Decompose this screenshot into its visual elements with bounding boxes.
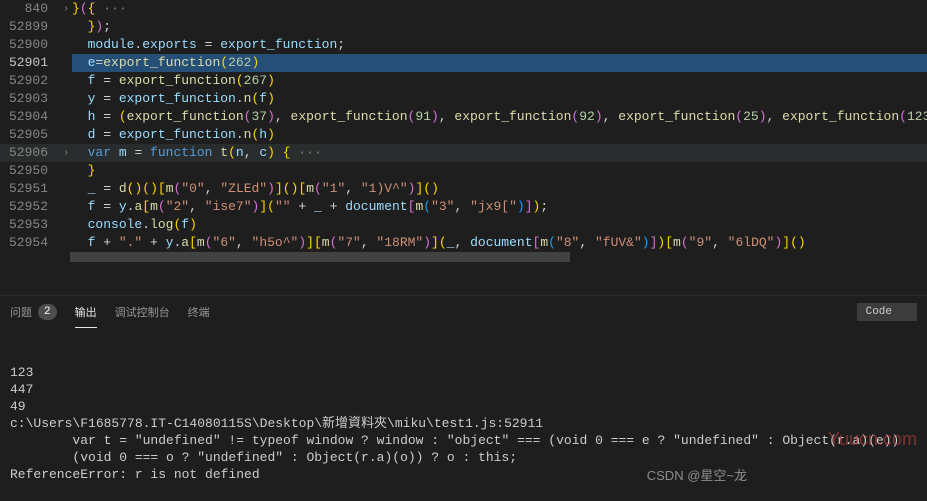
code-content[interactable]: module.exports = export_function; [72, 36, 927, 54]
output-panel[interactable]: 12344749c:\Users\F1685778.IT-C14080115S\… [0, 328, 927, 488]
panel-tab-label: 终端 [188, 304, 210, 320]
output-line: var t = "undefined" != typeof window ? w… [10, 432, 917, 449]
code-line[interactable]: 52951 _ = d()()[m("0", "ZLEd")]()[m("1",… [0, 180, 927, 198]
line-number: 840 [0, 0, 60, 18]
code-line[interactable]: 52901 e=export_function(262) [0, 54, 927, 72]
line-number: 52900 [0, 36, 60, 54]
line-number: 52950 [0, 162, 60, 180]
code-line[interactable]: 52954 f + "." + y.a[m("6", "h5o^")][m("7… [0, 234, 927, 252]
output-line: 447 [10, 381, 917, 398]
code-line[interactable]: 52952 f = y.a[m("2", "ise7")]("" + _ + d… [0, 198, 927, 216]
problems-count-badge: 2 [38, 304, 57, 320]
line-number: 52954 [0, 234, 60, 252]
code-content[interactable]: f = export_function(267) [72, 72, 927, 90]
dropdown-label: Code [866, 306, 892, 318]
output-line: c:\Users\F1685778.IT-C14080115S\Desktop\… [10, 415, 917, 432]
code-line[interactable]: 840›}({ ··· [0, 0, 927, 18]
fold-chevron-icon [60, 180, 72, 198]
panel-tab-label: 输出 [75, 304, 97, 320]
fold-chevron-icon [60, 36, 72, 54]
panel-tab-调试控制台[interactable]: 调试控制台 [115, 296, 170, 328]
line-number: 52904 [0, 108, 60, 126]
line-number: 52903 [0, 90, 60, 108]
panel-tab-label: 调试控制台 [115, 304, 170, 320]
code-line[interactable]: 52953 console.log(f) [0, 216, 927, 234]
line-number: 52899 [0, 18, 60, 36]
code-content[interactable]: f + "." + y.a[m("6", "h5o^")][m("7", "18… [72, 234, 927, 252]
fold-chevron-icon [60, 108, 72, 126]
line-number: 52905 [0, 126, 60, 144]
fold-chevron-icon [60, 72, 72, 90]
output-line: ReferenceError: r is not defined [10, 466, 917, 483]
code-line[interactable]: 52899 }); [0, 18, 927, 36]
panel-tab-label: 问题 [10, 304, 32, 320]
line-number: 52953 [0, 216, 60, 234]
horizontal-scrollbar[interactable] [0, 252, 927, 262]
scrollbar-thumb[interactable] [70, 252, 570, 262]
line-number: 52902 [0, 72, 60, 90]
code-content[interactable]: e=export_function(262) [72, 54, 927, 72]
fold-chevron-icon [60, 216, 72, 234]
line-number: 52952 [0, 198, 60, 216]
fold-chevron-icon [60, 90, 72, 108]
fold-chevron-icon [60, 54, 72, 72]
code-content[interactable]: y = export_function.n(f) [72, 90, 927, 108]
fold-chevron-icon[interactable]: › [60, 144, 72, 162]
code-content[interactable]: h = (export_function(37), export_functio… [72, 108, 927, 126]
code-editor[interactable]: 840›}({ ···52899 });52900 module.exports… [0, 0, 927, 295]
code-content[interactable]: var m = function t(n, c) { ··· [72, 144, 927, 162]
code-content[interactable]: f = y.a[m("2", "ise7")]("" + _ + documen… [72, 198, 927, 216]
line-number: 52901 [0, 54, 60, 72]
code-content[interactable]: }({ ··· [72, 0, 927, 18]
code-line[interactable]: 52902 f = export_function(267) [0, 72, 927, 90]
code-content[interactable]: console.log(f) [72, 216, 927, 234]
code-content[interactable]: d = export_function.n(h) [72, 126, 927, 144]
panel-tab-问题[interactable]: 问题 2 [10, 296, 57, 328]
output-line: 49 [10, 398, 917, 415]
fold-chevron-icon [60, 162, 72, 180]
output-line: (void 0 === o ? "undefined" : Object(r.a… [10, 449, 917, 466]
code-line[interactable]: 52903 y = export_function.n(f) [0, 90, 927, 108]
code-content[interactable]: }); [72, 18, 927, 36]
code-line[interactable]: 52900 module.exports = export_function; [0, 36, 927, 54]
output-channel-dropdown[interactable]: Code [857, 303, 917, 321]
fold-chevron-icon [60, 18, 72, 36]
panel-header: 问题 2 输出 调试控制台 终端 Code [0, 295, 927, 328]
fold-chevron-icon [60, 126, 72, 144]
fold-chevron-icon [60, 234, 72, 252]
code-content[interactable]: } [72, 162, 927, 180]
panel-tab-终端[interactable]: 终端 [188, 296, 210, 328]
code-line[interactable]: 52950 } [0, 162, 927, 180]
code-line[interactable]: 52904 h = (export_function(37), export_f… [0, 108, 927, 126]
code-line[interactable]: 52905 d = export_function.n(h) [0, 126, 927, 144]
fold-chevron-icon[interactable]: › [60, 0, 72, 18]
code-line[interactable]: 52906› var m = function t(n, c) { ··· [0, 144, 927, 162]
code-content[interactable]: _ = d()()[m("0", "ZLEd")]()[m("1", "1)V^… [72, 180, 927, 198]
panel-tab-输出[interactable]: 输出 [75, 296, 97, 328]
line-number: 52951 [0, 180, 60, 198]
line-number: 52906 [0, 144, 60, 162]
output-line: 123 [10, 364, 917, 381]
fold-chevron-icon [60, 198, 72, 216]
